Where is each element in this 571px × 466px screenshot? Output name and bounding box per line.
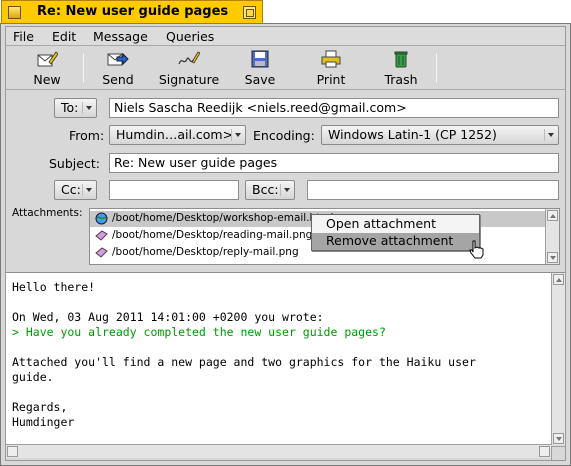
- scroll-up-icon[interactable]: [547, 210, 558, 221]
- scroll-down-icon[interactable]: [553, 433, 564, 444]
- trash-button[interactable]: Trash: [378, 47, 424, 89]
- body-greeting: Hello there!: [12, 280, 96, 294]
- message-text[interactable]: Hello there! On Wed, 03 Aug 2011 14:01:0…: [12, 280, 476, 430]
- menu-edit[interactable]: Edit: [52, 29, 76, 44]
- new-button[interactable]: New: [24, 47, 70, 89]
- bcc-label: Bcc:: [252, 182, 279, 197]
- open-attachment-item[interactable]: Open attachment: [312, 216, 479, 233]
- body-quote: > Have you already completed the new use…: [12, 325, 386, 339]
- to-label: To:: [61, 100, 79, 115]
- cc-menu-button[interactable]: Cc:: [54, 180, 97, 200]
- toolbar: New Send Signature Save Print Trash: [6, 47, 565, 90]
- from-label: From:: [69, 128, 105, 143]
- remove-attachment-item[interactable]: Remove attachment: [312, 233, 479, 250]
- toolbar-separator: [436, 53, 437, 83]
- close-window-icon[interactable]: [8, 6, 21, 19]
- attachment-path: /boot/home/Desktop/reading-mail.png: [112, 229, 313, 241]
- body-closing: Regards,: [12, 400, 68, 414]
- html-file-icon: [95, 212, 108, 225]
- attachment-path: /boot/home/Desktop/reply-mail.png: [112, 246, 299, 258]
- save-icon: [251, 50, 269, 68]
- body-para-line1: Attached you'll find a new page and two …: [12, 355, 476, 369]
- image-file-icon: [95, 230, 108, 241]
- window-title: Re: New user guide pages: [37, 4, 229, 19]
- print-icon: [321, 50, 341, 68]
- trash-label: Trash: [384, 72, 418, 87]
- image-file-icon: [95, 247, 108, 258]
- save-label: Save: [244, 72, 276, 87]
- bcc-menu-button[interactable]: Bcc:: [245, 180, 295, 200]
- trash-icon: [394, 51, 408, 68]
- chevron-down-icon: [82, 102, 94, 114]
- new-label: New: [33, 72, 61, 87]
- scroll-down-icon[interactable]: [547, 252, 558, 263]
- body-para-line2: guide.: [12, 370, 54, 384]
- from-select[interactable]: Humdin…ail.com>: [109, 125, 246, 145]
- to-field[interactable]: Niels Sascha Reedijk <niels.reed@gmail.c…: [109, 98, 559, 118]
- cc-label: Cc:: [61, 182, 81, 197]
- body-signature: Humdinger: [12, 415, 75, 429]
- bcc-field[interactable]: [307, 180, 559, 200]
- attachment-path: /boot/home/Desktop/workshop-email.html: [112, 212, 334, 224]
- send-icon: [107, 52, 129, 66]
- subject-field[interactable]: Re: New user guide pages: [109, 153, 559, 173]
- attachments-label: Attachments:: [12, 207, 83, 219]
- menu-file[interactable]: File: [13, 29, 34, 44]
- print-button[interactable]: Print: [308, 47, 354, 89]
- zoom-window-icon[interactable]: [243, 6, 256, 19]
- save-button[interactable]: Save: [237, 47, 283, 89]
- menu-message[interactable]: Message: [93, 29, 148, 44]
- attachments-scrollbar[interactable]: [545, 209, 559, 264]
- hand-cursor-icon: [469, 240, 484, 259]
- resize-grip-icon[interactable]: [551, 446, 565, 460]
- menu-bar: File Edit Message Queries: [6, 27, 565, 46]
- window-tab[interactable]: Re: New user guide pages: [1, 0, 263, 24]
- signature-button[interactable]: Signature: [154, 47, 224, 89]
- send-button[interactable]: Send: [94, 47, 142, 89]
- chevron-down-icon: [82, 184, 94, 196]
- print-label: Print: [316, 72, 346, 87]
- chevron-down-icon: [544, 129, 556, 141]
- toolbar-separator: [83, 53, 84, 83]
- message-body[interactable]: Hello there! On Wed, 03 Aug 2011 14:01:0…: [6, 272, 565, 445]
- chevron-down-icon: [231, 129, 243, 141]
- send-label: Send: [102, 72, 134, 87]
- body-scrollbar[interactable]: [551, 273, 565, 445]
- encoding-select[interactable]: Windows Latin-1 (CP 1252): [321, 125, 559, 145]
- signature-icon: [178, 51, 200, 65]
- body-quote-header: On Wed, 03 Aug 2011 14:01:00 +0200 you w…: [12, 310, 324, 324]
- from-value: Humdin…ail.com>: [116, 127, 234, 142]
- scroll-up-icon[interactable]: [553, 274, 564, 285]
- menu-queries[interactable]: Queries: [166, 29, 214, 44]
- scroll-left-icon[interactable]: [7, 446, 18, 457]
- cc-field[interactable]: [109, 180, 239, 200]
- chevron-down-icon: [280, 184, 292, 196]
- horizontal-scrollbar[interactable]: [6, 444, 551, 458]
- encoding-label: Encoding:: [253, 128, 315, 143]
- attachment-context-menu: Open attachment Remove attachment: [311, 214, 480, 251]
- scroll-right-icon[interactable]: [539, 446, 550, 457]
- signature-label: Signature: [158, 72, 220, 87]
- encoding-value: Windows Latin-1 (CP 1252): [328, 127, 497, 142]
- to-menu-button[interactable]: To:: [54, 98, 97, 118]
- subject-label: Subject:: [49, 156, 100, 171]
- new-mail-icon: [37, 51, 58, 67]
